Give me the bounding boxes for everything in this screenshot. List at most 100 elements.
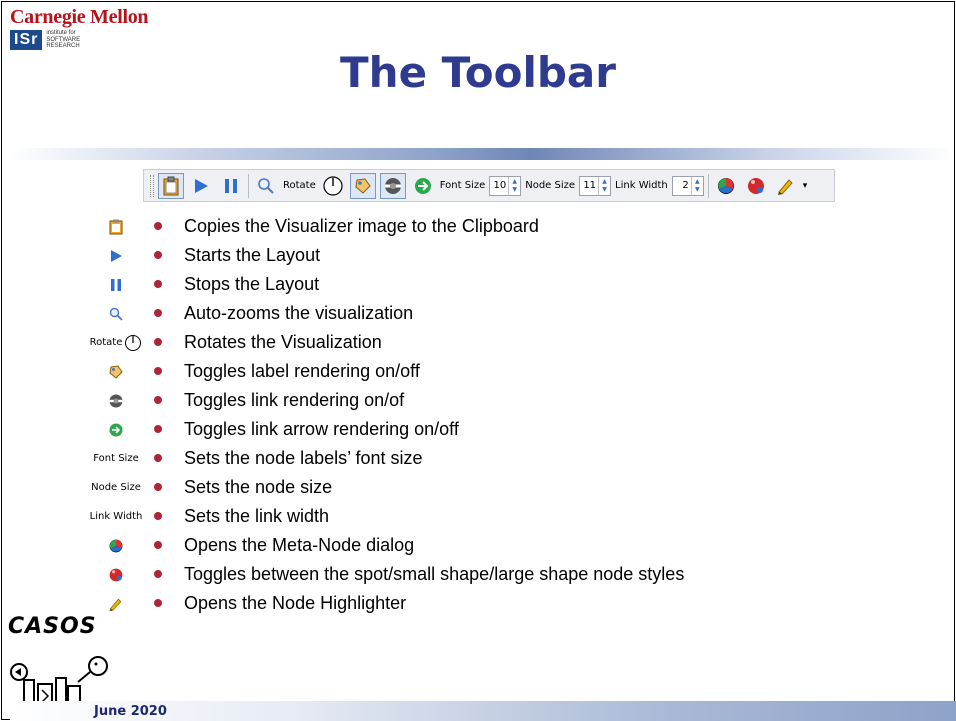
link-icon bbox=[384, 177, 401, 194]
label-tag-icon bbox=[109, 364, 123, 379]
footer-date: June 2020 bbox=[94, 704, 167, 719]
meta-node-icon bbox=[109, 539, 123, 552]
list-item-text: Sets the node size bbox=[184, 477, 333, 497]
row-icon bbox=[88, 357, 144, 386]
list-item: Node Size Sets the node size bbox=[88, 473, 848, 502]
bullet bbox=[154, 599, 162, 607]
toolbar-grip[interactable] bbox=[150, 174, 154, 197]
link-width-label: Link Width bbox=[615, 180, 668, 191]
link-width-stepper[interactable]: 2 ▲ ▼ bbox=[671, 175, 704, 196]
bullet bbox=[154, 309, 162, 317]
row-icon: Font Size bbox=[88, 444, 144, 473]
font-size-stepper[interactable]: 10 ▲ ▼ bbox=[489, 175, 522, 196]
node-highlighter-button[interactable] bbox=[773, 173, 799, 199]
dial-icon bbox=[323, 175, 343, 196]
auto-zoom-button[interactable] bbox=[253, 173, 279, 199]
magnifier-icon bbox=[109, 307, 123, 321]
label-toggle-button[interactable] bbox=[349, 172, 376, 199]
bullet bbox=[154, 425, 162, 433]
list-item: Toggles link arrow rendering on/off bbox=[88, 415, 848, 444]
clipboard-button[interactable] bbox=[158, 172, 184, 199]
list-item-text: Toggles link rendering on/of bbox=[184, 390, 405, 410]
clipboard-icon bbox=[163, 176, 179, 195]
slide-title: The Toolbar bbox=[340, 48, 616, 97]
bullet bbox=[154, 396, 162, 404]
list-item-text: Rotates the Visualization bbox=[184, 332, 382, 352]
isr-text: institute for SOFTWARE RESEARCH bbox=[46, 30, 80, 50]
bullet bbox=[154, 512, 162, 520]
casos-logo-text: CASOS bbox=[8, 614, 97, 639]
list-item-text: Copies the Visualizer image to the Clipb… bbox=[184, 216, 539, 236]
list-item-text: Starts the Layout bbox=[184, 245, 321, 265]
bullet bbox=[154, 483, 162, 491]
bullet bbox=[154, 222, 162, 230]
meta-node-button[interactable] bbox=[713, 173, 739, 199]
toolbar: Rotate Font Size 10 ▲▼ Node Size 11 ▲▼ bbox=[143, 169, 835, 202]
node-size-stepper[interactable]: 11 ▲ ▼ bbox=[579, 175, 612, 196]
row-icon bbox=[88, 299, 144, 328]
list-item: Font Size Sets the node labels’ font siz… bbox=[88, 444, 848, 473]
list-item-text: Toggles link arrow rendering on/off bbox=[184, 419, 459, 439]
node-style-icon bbox=[109, 568, 123, 581]
list-item: Starts the Layout bbox=[88, 241, 848, 270]
row-icon: Node Size bbox=[88, 473, 144, 502]
bullet bbox=[154, 570, 162, 578]
pause-icon bbox=[111, 278, 121, 291]
list-item: Toggles link rendering on/of bbox=[88, 386, 848, 415]
rotate-dial[interactable] bbox=[320, 173, 346, 199]
node-style-button[interactable] bbox=[743, 173, 769, 199]
node-size-label: Node Size bbox=[525, 180, 576, 191]
rotate-label: Rotate bbox=[283, 180, 316, 191]
bullet bbox=[154, 338, 162, 346]
font-size-label: Font Size bbox=[439, 180, 486, 191]
stepper-arrows-icon[interactable]: ▲ ▼ bbox=[598, 176, 610, 195]
node-style-icon bbox=[747, 177, 764, 194]
row-icon: Rotate bbox=[88, 328, 144, 357]
list-item: Link Width Sets the link width bbox=[88, 502, 848, 531]
row-icon bbox=[88, 270, 144, 299]
row-icon bbox=[88, 560, 144, 589]
list-item: Stops the Layout bbox=[88, 270, 848, 299]
bullet bbox=[154, 367, 162, 375]
play-icon bbox=[195, 178, 208, 193]
row-icon bbox=[88, 212, 144, 241]
play-icon bbox=[111, 249, 122, 262]
list-item-text: Opens the Node Highlighter bbox=[184, 593, 407, 613]
link-width-value: 2 bbox=[682, 180, 689, 191]
bullet bbox=[154, 251, 162, 259]
list-item-text: Sets the link width bbox=[184, 506, 330, 526]
rotate-icon-label: Rotate bbox=[89, 337, 123, 348]
list-item-text: Opens the Meta-Node dialog bbox=[184, 535, 415, 555]
list-item-text: Stops the Layout bbox=[184, 274, 320, 294]
list-item-text: Auto-zooms the visualization bbox=[184, 303, 414, 323]
toolbar-separator bbox=[248, 173, 249, 198]
toolbar-separator bbox=[707, 173, 709, 198]
bullet bbox=[154, 280, 162, 288]
node-size-icon-label: Node Size bbox=[91, 482, 141, 493]
dial-icon bbox=[125, 334, 142, 351]
highlighter-icon bbox=[109, 598, 122, 611]
bullet bbox=[154, 454, 162, 462]
label-tag-icon bbox=[355, 177, 371, 194]
magnifier-icon bbox=[258, 177, 274, 194]
list-item-text: Toggles between the spot/small shape/lar… bbox=[184, 564, 685, 584]
font-size-icon-label: Font Size bbox=[93, 453, 139, 464]
row-icon bbox=[88, 386, 144, 415]
start-layout-button[interactable] bbox=[188, 173, 214, 199]
highlighter-icon bbox=[777, 178, 793, 195]
link-icon bbox=[109, 394, 123, 407]
stop-layout-button[interactable] bbox=[218, 173, 244, 199]
row-icon: Link Width bbox=[88, 502, 144, 531]
toolbar-overflow-dropdown[interactable]: ▾ bbox=[803, 181, 808, 191]
arrow-icon bbox=[109, 423, 123, 436]
stepper-arrows-icon[interactable]: ▲ ▼ bbox=[508, 176, 520, 195]
arrow-toggle-button[interactable] bbox=[410, 173, 436, 199]
list-item: Toggles between the spot/small shape/lar… bbox=[88, 560, 848, 589]
stepper-arrows-icon[interactable]: ▲ ▼ bbox=[690, 176, 703, 195]
toolbar-legend-list: Copies the Visualizer image to the Clipb… bbox=[88, 212, 848, 618]
isr-logo: ISr institute for SOFTWARE RESEARCH bbox=[10, 30, 80, 50]
link-width-icon-label: Link Width bbox=[89, 511, 143, 522]
clipboard-icon bbox=[109, 219, 123, 234]
link-toggle-button[interactable] bbox=[379, 172, 406, 199]
row-icon bbox=[88, 415, 144, 444]
